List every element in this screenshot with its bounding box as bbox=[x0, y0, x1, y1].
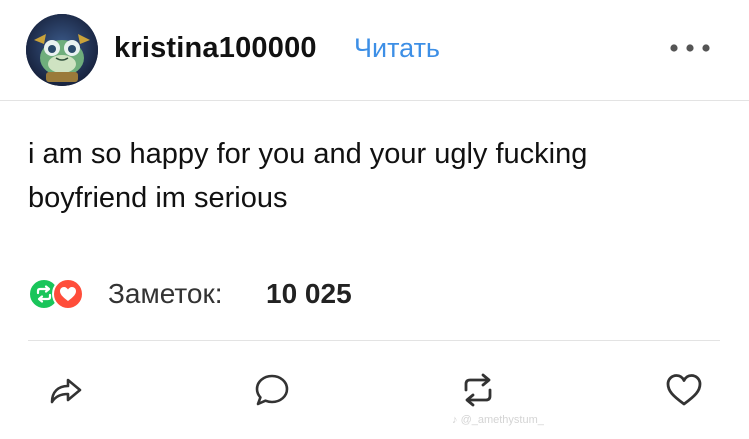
reply-button[interactable] bbox=[252, 370, 292, 410]
header-divider bbox=[0, 100, 749, 101]
avatar[interactable] bbox=[26, 14, 98, 86]
heart-icon bbox=[60, 287, 76, 301]
follow-button[interactable]: Читать bbox=[354, 33, 440, 64]
frog-avatar-icon bbox=[26, 14, 98, 86]
post-header: kristina100000 Читать bbox=[0, 0, 749, 100]
like-button[interactable] bbox=[664, 370, 704, 410]
speech-bubble-icon bbox=[255, 374, 289, 406]
ellipsis-icon bbox=[670, 44, 710, 52]
post-body-text: i am so happy for you and your ugly fuck… bbox=[28, 138, 588, 214]
reblog-icon bbox=[36, 285, 52, 303]
reblog-button[interactable] bbox=[458, 370, 498, 410]
footer-divider bbox=[28, 340, 720, 341]
tumblr-post: kristina100000 Читать i am so happy for … bbox=[0, 0, 749, 439]
like-badge bbox=[52, 278, 84, 310]
more-options-button[interactable] bbox=[666, 36, 714, 60]
watermark: ♪ @_amethystum_ bbox=[452, 414, 544, 426]
share-arrow-icon bbox=[50, 378, 82, 404]
reblog-icon bbox=[464, 373, 492, 407]
heart-icon bbox=[666, 374, 702, 406]
notes-count: 10 025 bbox=[266, 278, 352, 309]
watermark-text: @_amethystum_ bbox=[460, 414, 544, 426]
author-username[interactable]: kristina100000 bbox=[114, 32, 317, 65]
share-button[interactable] bbox=[46, 370, 86, 410]
tiktok-icon: ♪ bbox=[452, 414, 458, 426]
notes-label: Заметок: bbox=[108, 278, 223, 309]
